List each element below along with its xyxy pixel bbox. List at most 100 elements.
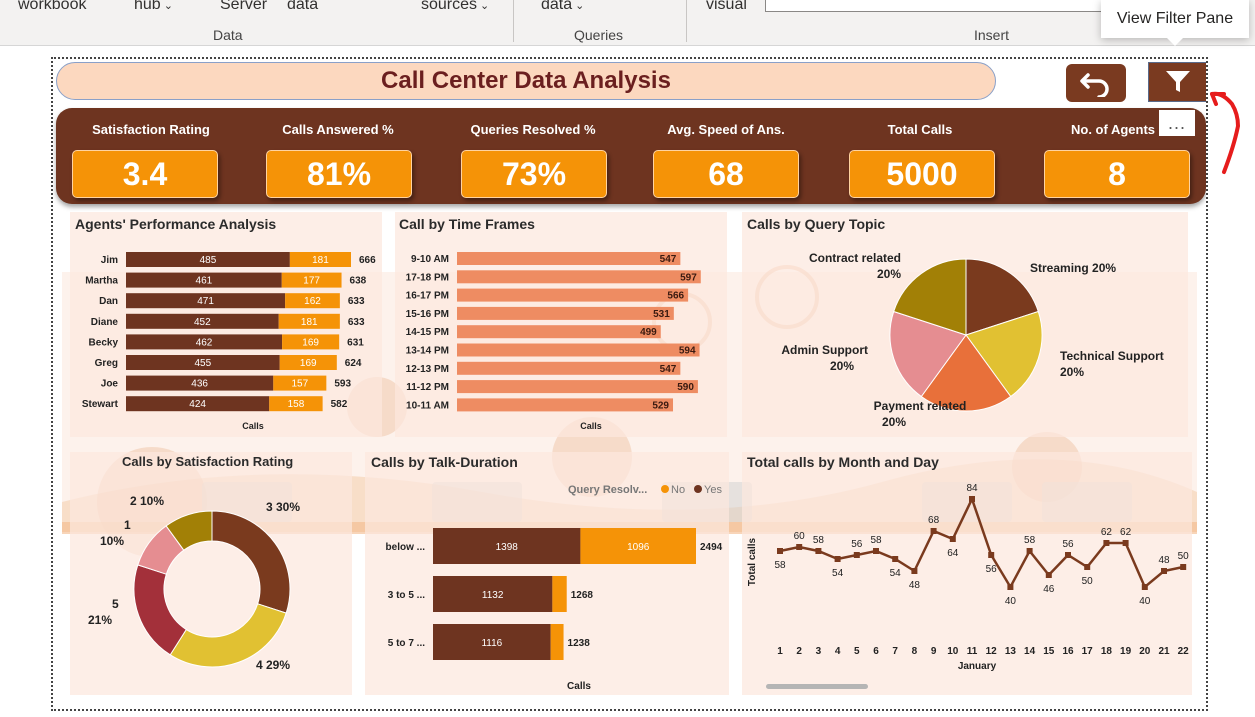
donut-slice-label: 3 30% (266, 500, 300, 514)
bar-total-label: 1238 (568, 638, 591, 649)
kpi-band: Satisfaction Rating Calls Answered % Que… (56, 108, 1206, 204)
data-point (911, 568, 918, 574)
bar-value-label: 452 (194, 317, 211, 328)
data-point (834, 556, 841, 562)
data-point (988, 552, 995, 558)
duration-label: 3 to 5 ... (388, 590, 425, 601)
bar-value-label: 162 (304, 296, 321, 307)
data-label: 46 (1043, 584, 1055, 595)
data-label: 56 (1062, 539, 1074, 550)
x-tick-label: 11 (967, 646, 978, 657)
agent-name-label: Jim (101, 255, 118, 266)
x-tick-label: 15 (1043, 646, 1055, 657)
data-point (777, 548, 783, 554)
data-point (1026, 548, 1033, 554)
ribbon-transform-data-button[interactable]: data ⌄ (541, 0, 584, 14)
bar-total-label: 633 (348, 317, 365, 328)
x-tick-label: 5 (854, 646, 860, 657)
report-canvas: Call Center Data Analysis Satisfaction R… (51, 57, 1208, 711)
bar-value-label: 169 (300, 358, 317, 369)
ribbon: workbook hub ⌄ Server data sources ⌄ data ⌄… (0, 0, 1255, 46)
pie-slice-percent: 20% (882, 415, 906, 429)
back-button[interactable] (1066, 64, 1126, 102)
bar-total-label: 624 (345, 358, 362, 369)
ribbon-button-label: hub (134, 0, 161, 13)
bar-value-label: 169 (302, 337, 319, 348)
bar-value-label: 177 (303, 276, 320, 287)
x-tick-label: 21 (1158, 646, 1170, 657)
ribbon-button-label: visual (706, 0, 747, 13)
bar-calls (457, 306, 674, 320)
time-frame-label: 11-12 PM (406, 382, 449, 393)
bar-value-label: 1398 (496, 542, 519, 553)
data-point (1065, 552, 1071, 558)
donut-slice-label: 2 10% (130, 494, 164, 508)
x-axis-label: January (958, 661, 997, 672)
x-tick-label: 2 (796, 646, 802, 657)
data-label: 48 (1158, 555, 1170, 566)
ribbon-button-label: workbook (18, 0, 87, 13)
x-tick-label: 22 (1178, 646, 1190, 657)
ribbon-workbook-button[interactable]: workbook (18, 0, 86, 14)
filter-button[interactable] (1148, 62, 1206, 102)
bar-value-label: 471 (197, 296, 214, 307)
bar-calls (457, 270, 701, 284)
x-tick-label: 17 (1082, 646, 1094, 657)
ribbon-data-button[interactable]: data (287, 0, 318, 14)
x-axis-label: Calls (580, 421, 602, 431)
time-frames-chart: 9-10 AM 547 17-18 PM 597 16-17 PM 566 15-16 PM… (406, 252, 701, 431)
ribbon-hub-button[interactable]: hub ⌄ (134, 0, 173, 14)
data-point (1122, 540, 1129, 546)
horizontal-scrollbar[interactable] (766, 684, 868, 689)
kpi-value-box: 68 (653, 150, 799, 198)
bar-value-label: 462 (196, 337, 213, 348)
bar-calls (457, 380, 698, 394)
ribbon-separator (513, 0, 514, 42)
donut-slice-label: 4 29% (256, 658, 290, 672)
bar-value-label: 566 (667, 291, 684, 302)
x-tick-label: 3 (816, 646, 822, 657)
data-label: 48 (909, 580, 921, 591)
bar-total-label: 2494 (700, 542, 723, 553)
kpi-value-box: 3.4 (72, 150, 218, 198)
time-frame-label: 9-10 AM (411, 254, 449, 265)
pie-slice-percent: 20% (1060, 365, 1084, 379)
data-label: 62 (1120, 527, 1132, 538)
bar-value-label: 157 (291, 379, 308, 390)
y-axis-label: Total calls (747, 537, 758, 586)
bar-total-label: 1268 (571, 590, 594, 601)
ribbon-group-data: Data (213, 27, 243, 43)
kpi-label: Queries Resolved % (470, 122, 596, 137)
bar-value-label: 181 (301, 317, 318, 328)
bar-value-label: 1132 (482, 590, 504, 601)
data-label: 54 (832, 568, 844, 579)
legend-swatch-yes (694, 485, 702, 493)
data-point (969, 496, 975, 502)
more-options-button[interactable]: ... (1159, 110, 1195, 136)
agent-name-label: Greg (95, 358, 118, 369)
filter-funnel-icon (1165, 71, 1190, 92)
data-point (873, 548, 879, 554)
chart-title: Agents' Performance Analysis (75, 216, 277, 232)
bar-value-label: 547 (660, 364, 677, 375)
data-label: 60 (794, 531, 806, 542)
ribbon-text-box[interactable] (765, 0, 1120, 12)
undo-arrow-icon (1080, 73, 1109, 97)
ribbon-server-button[interactable]: Server (220, 0, 267, 14)
ribbon-visual-button[interactable]: visual (706, 0, 747, 14)
bar-total-label: 593 (334, 379, 351, 390)
ribbon-separator (686, 0, 687, 42)
chart-title: Calls by Satisfaction Rating (122, 454, 294, 469)
bar-value-label: 424 (189, 399, 206, 410)
x-tick-label: 13 (1005, 646, 1017, 657)
query-topic-chart: Streaming 20% Technical Support 20% Payment… (781, 251, 1163, 429)
page-title-bar: Call Center Data Analysis (56, 62, 996, 100)
bar-total-label: 638 (350, 276, 367, 287)
pie-slice-percent: 20% (830, 359, 854, 373)
x-tick-label: 4 (835, 646, 841, 657)
data-label: 58 (1024, 535, 1036, 546)
bar-value-label: 455 (195, 358, 212, 369)
bar-total-label: 631 (347, 337, 364, 348)
ribbon-sources-button[interactable]: sources ⌄ (421, 0, 489, 14)
kpi-value-box: 8 (1044, 150, 1190, 198)
